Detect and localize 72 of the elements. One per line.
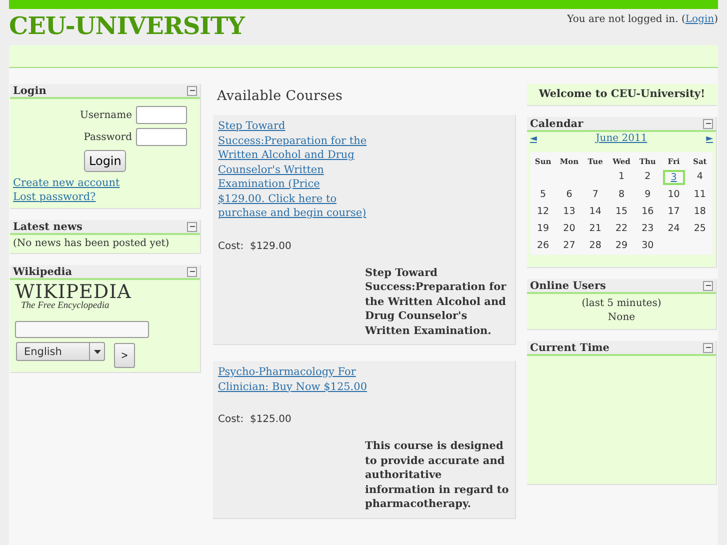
course-link[interactable]: Step Toward Success:Preparation for the Written Alcohol and Drug Counselor's Written Examination (Price $129.00. Click here to purchase and begin course) <box>218 119 368 220</box>
month-link[interactable]: June 2011 <box>596 133 648 144</box>
collapse-icon[interactable] <box>703 280 713 290</box>
collapse-icon[interactable] <box>703 118 713 128</box>
block-title: Online Users <box>530 280 606 292</box>
account-link[interactable]: Lost password? <box>13 190 197 204</box>
course-cost: Cost: $125.00 <box>218 414 292 425</box>
logo-subtitle: The Free Encyclopedia <box>21 301 110 311</box>
password-label: Password <box>84 132 132 142</box>
news-text: (No news has been posted yet) <box>13 238 170 249</box>
calendar-day: 15 <box>608 205 635 219</box>
go-button[interactable]: > <box>114 343 135 368</box>
calendar-day: 21 <box>582 222 608 236</box>
calendar-day: 19 <box>530 222 556 236</box>
calendar-day: 28 <box>582 239 608 253</box>
calendar-day: 4 <box>686 170 713 185</box>
next-month-link[interactable]: ► <box>706 134 713 144</box>
password-field[interactable] <box>136 128 187 146</box>
welcome-message: Welcome to CEU-University! <box>527 84 717 106</box>
calendar-day: 14 <box>582 205 608 219</box>
account-link[interactable]: Create new account <box>13 176 197 190</box>
calendar-day: 29 <box>608 239 635 253</box>
login-status: You are not logged in. (Login) <box>567 13 718 25</box>
online-users-text: None <box>606 311 636 325</box>
block-title: Latest news <box>13 220 82 232</box>
calendar-day: 9 <box>634 188 661 202</box>
calendar-day: 10 <box>660 188 687 202</box>
username-label: Username <box>80 110 132 120</box>
calendar-day: 2 <box>634 170 661 185</box>
block-title: Calendar <box>530 118 584 130</box>
calendar-day: 30 <box>634 239 661 253</box>
search-field[interactable] <box>15 321 149 338</box>
calendar-day: 27 <box>556 239 582 253</box>
language-dropdown[interactable]: English <box>16 342 105 361</box>
today-link[interactable]: 3 <box>662 170 685 185</box>
username-field[interactable] <box>136 106 187 124</box>
online-users-text: (last 5 minutes) <box>580 297 662 311</box>
calendar-day: 7 <box>582 188 608 202</box>
login-link[interactable]: Login <box>685 14 714 25</box>
calendar-day: 16 <box>634 205 661 219</box>
calendar-day: 22 <box>608 222 635 236</box>
calendar-day: 18 <box>686 205 713 219</box>
calendar-day: 25 <box>686 222 713 236</box>
course-link[interactable]: Psycho-Pharmacology For Clinician: Buy Now $125.00 <box>218 365 368 394</box>
calendar-day: 17 <box>660 205 687 219</box>
course-cost: Cost: $129.00 <box>218 240 292 252</box>
collapse-icon[interactable] <box>703 342 713 352</box>
block-title: Wikipedia <box>13 266 72 278</box>
collapse-icon[interactable] <box>187 222 197 232</box>
calendar-day: 20 <box>556 222 582 236</box>
collapse-icon[interactable] <box>187 86 197 96</box>
calendar-day: 12 <box>530 205 556 219</box>
login-button[interactable]: Login <box>84 150 126 172</box>
calendar-day: 8 <box>608 188 635 202</box>
calendar-day: 26 <box>530 239 556 253</box>
calendar-day: 6 <box>556 188 582 202</box>
calendar-day: 1 <box>608 170 635 185</box>
calendar-day: 23 <box>634 222 661 236</box>
previous-month-link[interactable]: ◄ <box>530 134 537 144</box>
calendar-day: 13 <box>556 205 582 219</box>
calendar-day: 11 <box>686 188 713 202</box>
calendar-day: 24 <box>660 222 687 236</box>
block-title: Current Time <box>530 342 610 354</box>
block-title: Login <box>13 84 46 96</box>
logo-title: WIKIPEDIA <box>15 283 132 301</box>
page-heading: Available Courses <box>217 88 344 104</box>
course-summary: This course is designed to provide accurate and authoritative information in regard to pharmacotherapy. <box>365 439 510 512</box>
course-summary: Step Toward Success:Preparation for the Written Alcohol and Drug Counselor's Written Examination. <box>365 266 508 338</box>
collapse-icon[interactable] <box>187 266 197 276</box>
calendar-day: 5 <box>530 188 556 202</box>
site-title: CEU-UNIVERSITY <box>9 12 244 40</box>
caret-icon <box>94 350 100 354</box>
